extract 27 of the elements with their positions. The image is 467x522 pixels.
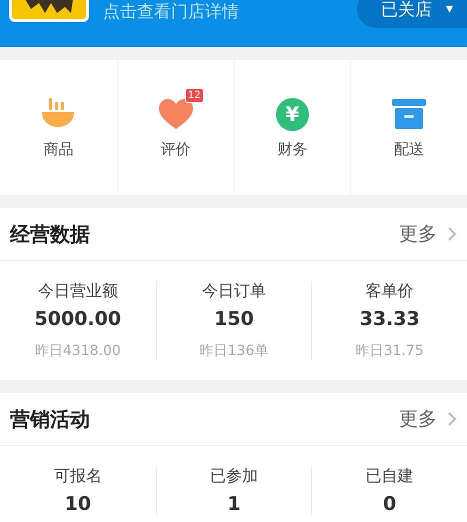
box-icon — [392, 99, 426, 129]
section-title: 经营数据 — [10, 220, 90, 248]
previous-value: 昨日31.75 — [356, 342, 424, 360]
yuan-icon: ¥ — [276, 98, 309, 130]
stat-value: 5000.00 — [34, 308, 122, 330]
stat-value: 1 — [227, 493, 241, 515]
heart-icon — [158, 99, 193, 129]
chevron-right-icon — [447, 411, 457, 427]
section-title: 营销活动 — [10, 406, 90, 432]
more-link[interactable]: 更多 — [399, 406, 457, 432]
stat-value: 10 — [64, 493, 92, 515]
caret-icon: ▾ — [446, 1, 453, 17]
more-link[interactable]: 更多 — [399, 221, 457, 247]
previous-value: 昨日136单 — [200, 342, 268, 360]
stat-label: 今日营业额 — [38, 281, 118, 302]
chevron-right-icon — [447, 226, 457, 242]
store-status-dropdown[interactable]: 已关店 ▾ — [356, 0, 467, 28]
stat-value: 150 — [214, 308, 254, 330]
stat-label: 客单价 — [366, 281, 414, 302]
count-badge: 12 — [184, 88, 204, 103]
stat-value: 0 — [383, 493, 396, 515]
stat-label: 已参加 — [210, 466, 258, 487]
previous-value: 昨日4318.00 — [34, 342, 121, 360]
stat-value: 33.33 — [360, 308, 420, 330]
stat-label: 已自建 — [366, 466, 414, 487]
stat-label: 可报名 — [54, 466, 102, 487]
stat-label: 今日订单 — [202, 281, 266, 302]
